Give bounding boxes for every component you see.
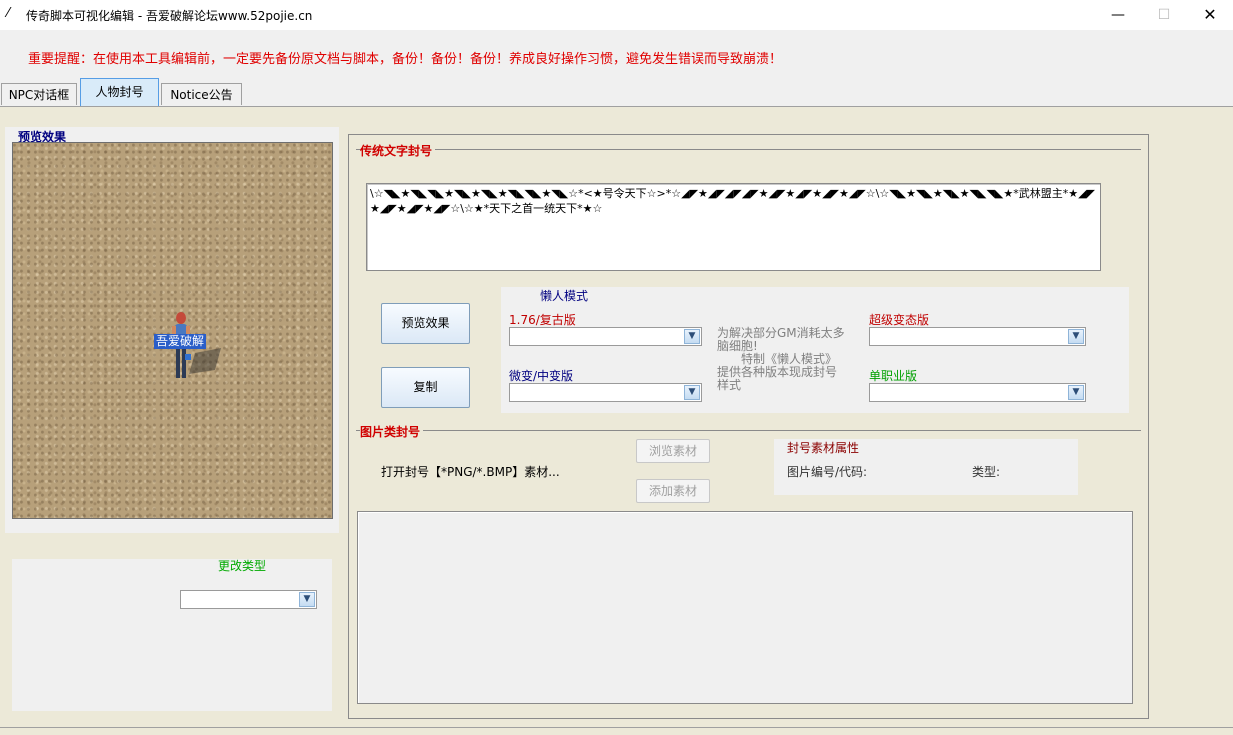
super-change-select[interactable]: ▼ <box>869 327 1086 346</box>
text-title-group-line <box>356 149 1141 150</box>
chevron-down-icon[interactable]: ▼ <box>1068 329 1084 344</box>
text-title-group-title: 传统文字封号 <box>360 142 436 159</box>
tab-notice[interactable]: Notice公告 <box>161 83 242 105</box>
preview-panel: 预览效果 吾爱破解 <box>5 127 339 533</box>
add-assets-button[interactable]: 添加素材 <box>636 479 710 503</box>
browse-assets-button[interactable]: 浏览素材 <box>636 439 710 463</box>
asset-attributes-panel: 封号素材属性 图片编号/代码: 类型: <box>774 439 1078 495</box>
change-type-select[interactable]: ▼ <box>180 590 317 609</box>
chevron-down-icon[interactable]: ▼ <box>1068 385 1084 400</box>
micro-change-label: 微变/中变版 <box>509 369 574 383</box>
status-divider <box>0 727 1233 728</box>
type-label: 类型: <box>972 465 1001 479</box>
version-176-select[interactable]: ▼ <box>509 327 702 346</box>
tab-divider <box>0 106 1233 107</box>
minimize-button[interactable]: — <box>1095 0 1141 30</box>
character-sprite <box>172 312 221 378</box>
change-type-panel: 更改类型 ▼ <box>12 559 332 711</box>
chevron-down-icon[interactable]: ▼ <box>684 329 700 344</box>
image-title-group-line <box>356 430 1141 431</box>
chevron-down-icon[interactable]: ▼ <box>299 592 315 607</box>
change-type-caption: 更改类型 <box>218 559 267 573</box>
feather-icon: ⁄ <box>7 6 10 21</box>
close-button[interactable]: ✕ <box>1187 0 1233 30</box>
chevron-down-icon[interactable]: ▼ <box>684 385 700 400</box>
tab-character-title[interactable]: 人物封号 <box>80 78 159 106</box>
title-bar: ⁄ 传奇脚本可视化编辑 - 吾爱破解论坛www.52pojie.cn — ☐ ✕ <box>0 0 1233 30</box>
image-code-label: 图片编号/代码: <box>787 465 868 479</box>
version-176-label: 1.76/复古版 <box>509 313 576 327</box>
tab-npc-dialog[interactable]: NPC对话框 <box>1 83 77 105</box>
super-change-label: 超级变态版 <box>869 313 930 327</box>
title-text-input[interactable]: \☆◥◣★◥◣◥◣★◥◣★◥◣★◥◣◥◣★◥◣☆*<★号令天下☆>*☆◢◤★◢◤… <box>366 183 1101 271</box>
asset-attributes-title: 封号素材属性 <box>787 441 860 455</box>
header-area: 重要提醒：在使用本工具编辑前，一定要先备份原文档与脚本，备份！备份！备份！养成良… <box>0 30 1233 107</box>
preview-canvas: 吾爱破解 <box>12 142 333 519</box>
open-image-label: 打开封号【*PNG/*.BMP】素材... <box>381 465 560 479</box>
image-title-group-title: 图片类封号 <box>360 423 424 440</box>
single-job-select[interactable]: ▼ <box>869 383 1086 402</box>
character-name-label: 吾爱破解 <box>154 334 207 349</box>
single-job-label: 单职业版 <box>869 369 918 383</box>
lazy-mode-title: 懒人模式 <box>540 289 589 303</box>
lazy-mode-description: 为解决部分GM消耗太多脑细胞! 特制《懒人模式》 提供各种版本现成封号样式 <box>717 326 845 392</box>
image-asset-list[interactable] <box>357 511 1133 704</box>
window-title: 传奇脚本可视化编辑 - 吾爱破解论坛www.52pojie.cn <box>26 9 313 23</box>
preview-button[interactable]: 预览效果 <box>381 303 470 344</box>
warning-text: 重要提醒：在使用本工具编辑前，一定要先备份原文档与脚本，备份！备份！备份！养成良… <box>28 52 783 67</box>
micro-change-select[interactable]: ▼ <box>509 383 702 402</box>
copy-button[interactable]: 复制 <box>381 367 470 408</box>
maximize-button[interactable]: ☐ <box>1141 0 1187 30</box>
lazy-mode-panel: 懒人模式 1.76/复古版 ▼ 微变/中变版 ▼ 为解决部分GM消耗太多脑细胞!… <box>501 287 1129 413</box>
